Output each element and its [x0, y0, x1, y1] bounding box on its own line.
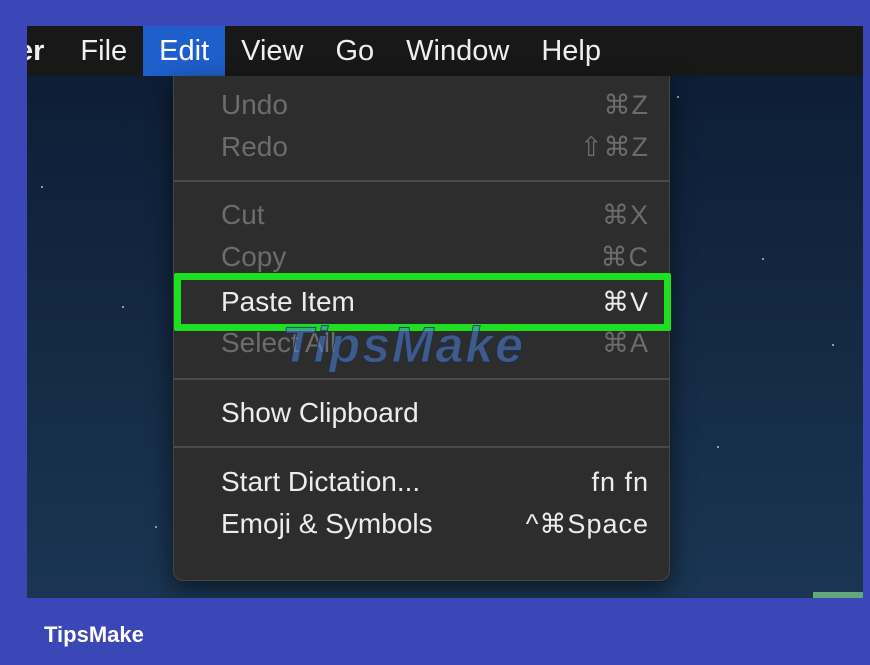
menu-view[interactable]: View — [225, 26, 319, 76]
menu-separator — [174, 446, 669, 448]
menu-window[interactable]: Window — [390, 26, 525, 76]
menu-item-label: Cut — [221, 199, 265, 230]
menu-edit[interactable]: Edit — [143, 26, 226, 76]
footer-brand: TipsMake — [44, 622, 144, 647]
star — [832, 344, 834, 346]
menu-item-cut[interactable]: Cut ⌘X — [174, 194, 669, 236]
star — [677, 96, 679, 98]
menu-item-start-dictation[interactable]: Start Dictation... fn fn — [174, 461, 669, 503]
menu-item-label: Show Clipboard — [221, 397, 419, 428]
menu-item-emoji-symbols[interactable]: Emoji & Symbols ^⌘Space — [174, 503, 669, 545]
menu-item-label: Undo — [221, 89, 288, 120]
menu-separator — [174, 180, 669, 182]
menu-item-copy[interactable]: Copy ⌘C — [174, 236, 669, 278]
star — [41, 186, 43, 188]
shortcut-label: ⌘A — [601, 327, 649, 358]
shortcut-label: ⌘X — [601, 199, 649, 230]
menu-item-label: Select All — [221, 327, 337, 358]
star — [155, 526, 157, 528]
menu-item-show-clipboard[interactable]: Show Clipboard — [174, 392, 669, 434]
shortcut-label: ⇧⌘Z — [579, 131, 649, 162]
menu-bar: er File Edit View Go Window Help — [27, 26, 863, 76]
star — [717, 446, 719, 448]
menu-separator — [174, 378, 669, 380]
menu-item-label: Emoji & Symbols — [221, 508, 433, 539]
desktop-edge-strip — [813, 592, 863, 598]
shortcut-label: ⌘C — [600, 241, 649, 272]
shortcut-label: fn fn — [591, 466, 649, 497]
menu-file[interactable]: File — [64, 26, 143, 76]
menu-item-label: Redo — [221, 131, 288, 162]
shortcut-label: ^⌘Space — [525, 508, 649, 539]
shortcut-label: ⌘Z — [603, 89, 649, 120]
menu-item-redo[interactable]: Redo ⇧⌘Z — [174, 126, 669, 168]
desktop-screen: er File Edit View Go Window Help Undo ⌘Z… — [27, 26, 863, 598]
menu-item-undo[interactable]: Undo ⌘Z — [174, 84, 669, 126]
menu-item-label: Start Dictation... — [221, 466, 421, 497]
star — [122, 306, 124, 308]
star — [762, 258, 764, 260]
paste-item-highlight-box — [174, 273, 671, 331]
menu-item-label: Copy — [221, 241, 287, 272]
menu-go[interactable]: Go — [319, 26, 390, 76]
menu-help[interactable]: Help — [525, 26, 617, 76]
menu-finder[interactable]: er — [27, 26, 64, 76]
edit-menu-dropdown: Undo ⌘Z Redo ⇧⌘Z Cut ⌘X Copy ⌘C Paste It… — [173, 76, 671, 581]
